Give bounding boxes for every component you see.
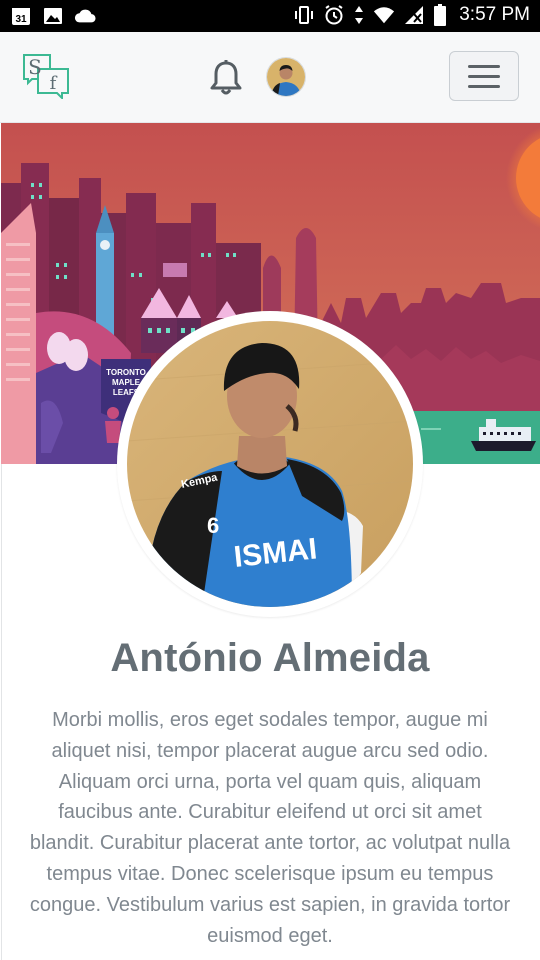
- data-arrows-icon: [353, 4, 365, 26]
- svg-text:S: S: [28, 55, 42, 79]
- profile-photo-frame: Kempa 6 ISMAI: [117, 311, 423, 617]
- profile-name: António Almeida: [110, 636, 430, 680]
- battery-icon: [433, 4, 447, 26]
- calendar-icon: 31: [10, 5, 32, 27]
- vibrate-icon: [293, 4, 315, 26]
- top-navbar: S f: [0, 32, 540, 123]
- signal-icon: [403, 4, 425, 26]
- profile-photo: Kempa 6 ISMAI: [127, 321, 413, 607]
- profile-bio: Morbi mollis, eros eget sodales tempor, …: [29, 709, 511, 947]
- svg-text:MAPLE: MAPLE: [112, 378, 141, 387]
- menu-bar-icon: [468, 64, 500, 68]
- alarm-icon: [323, 4, 345, 26]
- hamburger-menu-button[interactable]: [449, 51, 519, 101]
- svg-text:31: 31: [15, 14, 27, 25]
- menu-bar-icon: [468, 84, 500, 88]
- wifi-icon: [373, 4, 395, 26]
- svg-text:6: 6: [207, 513, 219, 538]
- svg-text:TORONTO: TORONTO: [106, 368, 146, 377]
- app-logo[interactable]: S f: [22, 53, 70, 101]
- menu-bar-icon: [468, 74, 500, 78]
- status-bar: 31 3:57 PM: [0, 0, 540, 32]
- image-icon: [42, 5, 64, 27]
- bell-icon[interactable]: [208, 59, 244, 97]
- card-border: [1, 464, 2, 960]
- avatar[interactable]: [266, 57, 306, 97]
- status-time: 3:57 PM: [459, 4, 530, 25]
- cloud-icon: [74, 5, 96, 27]
